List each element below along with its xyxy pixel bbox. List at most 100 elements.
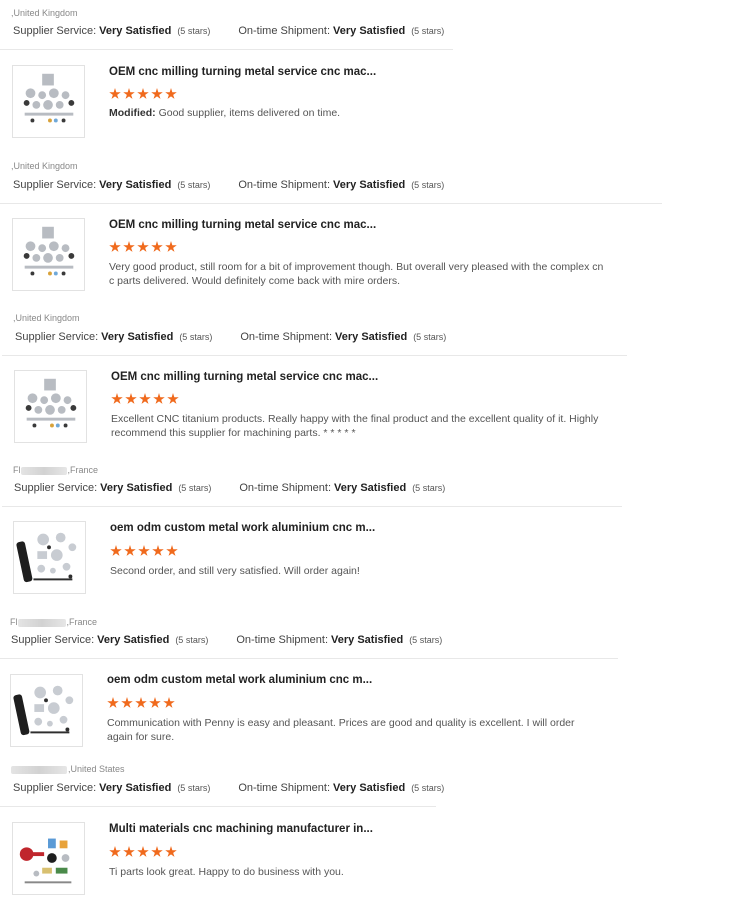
shipment-value: Very Satisfied [334, 482, 407, 494]
star-icon [151, 846, 163, 857]
product-title-link[interactable]: Multi materials cnc machining manufactur… [109, 823, 373, 835]
shipment-label: On-time Shipment: [236, 634, 329, 646]
cnc-parts-thumbnail-icon [25, 378, 77, 428]
supplier-service-value: Very Satisfied [99, 782, 172, 794]
star-icon [111, 393, 123, 404]
review-divider [0, 658, 618, 659]
star-icon [125, 393, 137, 404]
buyer-location: ,United Kingdom [13, 313, 80, 323]
supplier-service-label: Supplier Service: [13, 179, 97, 191]
buyer-location: Fl ,France [13, 465, 98, 475]
product-thumbnail[interactable] [12, 65, 85, 138]
star-icon [109, 241, 121, 252]
buyer-ratings: Supplier Service: Very Satisfied (5 stars)… [14, 482, 445, 494]
review-rating-stars [111, 392, 181, 405]
product-title-link[interactable]: oem odm custom metal work aluminium cnc … [107, 674, 372, 686]
supplier-service-value: Very Satisfied [100, 482, 173, 494]
product-thumbnail[interactable] [13, 521, 86, 594]
review-comment: Modified: Good supplier, items delivered… [109, 106, 604, 120]
review-comment: Very good product, still room for a bit … [109, 260, 604, 288]
buyer-name-visible: Fl [13, 465, 21, 475]
star-icon [124, 545, 136, 556]
supplier-service-stars: (5 stars) [177, 783, 211, 793]
shipment-value: Very Satisfied [331, 634, 404, 646]
supplier-service-value: Very Satisfied [99, 25, 172, 37]
shipment-stars: (5 stars) [411, 783, 445, 793]
star-icon [165, 241, 177, 252]
supplier-service-label: Supplier Service: [13, 25, 97, 37]
buyer-country: ,United States [68, 764, 125, 774]
product-title-link[interactable]: OEM cnc milling turning metal service cn… [109, 219, 376, 231]
supplier-service-label: Supplier Service: [11, 634, 95, 646]
supplier-service-stars: (5 stars) [178, 483, 212, 493]
review-rating-stars [109, 240, 179, 253]
star-icon [137, 241, 149, 252]
star-icon [139, 393, 151, 404]
supplier-service-value: Very Satisfied [99, 179, 172, 191]
supplier-service-stars: (5 stars) [179, 332, 213, 342]
review-comment: Second order, and still very satisfied. … [110, 564, 605, 578]
comment-text: Good supplier, items delivered on time. [158, 107, 341, 119]
star-icon [165, 88, 177, 99]
star-icon [149, 697, 161, 708]
masked-buyer-name [11, 765, 67, 774]
star-icon [151, 88, 163, 99]
shipment-label: On-time Shipment: [238, 179, 331, 191]
comment-text: Ti parts look great. Happy to do busines… [109, 866, 344, 878]
review-comment: Excellent CNC titanium products. Really … [111, 412, 601, 440]
product-title-link[interactable]: oem odm custom metal work aluminium cnc … [110, 522, 375, 534]
star-icon [152, 545, 164, 556]
star-icon [109, 846, 121, 857]
buyer-ratings: Supplier Service: Very Satisfied (5 stars)… [13, 782, 444, 794]
multi-material-parts-thumbnail-icon [19, 838, 72, 884]
buyer-ratings: Supplier Service: Very Satisfied (5 stars)… [13, 25, 444, 37]
buyer-country: ,France [67, 465, 99, 475]
buyer-ratings: Supplier Service: Very Satisfied (5 stars)… [13, 179, 444, 191]
star-icon [123, 88, 135, 99]
review-rating-stars [109, 87, 179, 100]
star-icon [153, 393, 165, 404]
aluminium-parts-thumbnail-icon [16, 532, 77, 583]
star-icon [165, 846, 177, 857]
supplier-service-value: Very Satisfied [97, 634, 170, 646]
shipment-label: On-time Shipment: [238, 25, 331, 37]
star-icon [107, 697, 119, 708]
comment-text: Very good product, still room for a bit … [109, 261, 604, 287]
buyer-ratings: Supplier Service: Very Satisfied (5 stars)… [15, 331, 446, 343]
supplier-service-stars: (5 stars) [177, 180, 211, 190]
comment-text: Communication with Penny is easy and ple… [107, 717, 575, 743]
review-rating-stars [110, 544, 180, 557]
review-divider [0, 49, 453, 50]
product-thumbnail[interactable] [12, 822, 85, 895]
review-rating-stars [109, 845, 179, 858]
shipment-label: On-time Shipment: [240, 331, 333, 343]
product-title-link[interactable]: OEM cnc milling turning metal service cn… [109, 66, 376, 78]
star-icon [121, 697, 133, 708]
product-thumbnail[interactable] [12, 218, 85, 291]
star-icon [135, 697, 147, 708]
supplier-service-stars: (5 stars) [177, 26, 211, 36]
supplier-service-label: Supplier Service: [15, 331, 99, 343]
product-thumbnail[interactable] [10, 674, 83, 747]
shipment-label: On-time Shipment: [238, 782, 331, 794]
product-thumbnail[interactable] [14, 370, 87, 443]
supplier-service-label: Supplier Service: [14, 482, 98, 494]
review-divider [2, 355, 627, 356]
cnc-parts-thumbnail-icon [23, 73, 75, 123]
comment-text: Excellent CNC titanium products. Really … [111, 413, 599, 439]
star-icon [110, 545, 122, 556]
cnc-parts-thumbnail-icon [23, 226, 75, 276]
buyer-location: ,United Kingdom [11, 161, 78, 171]
masked-buyer-name [17, 618, 66, 627]
star-icon [137, 846, 149, 857]
comment-text: Second order, and still very satisfied. … [110, 565, 360, 577]
buyer-name-visible: Fl [10, 617, 18, 627]
shipment-stars: (5 stars) [411, 26, 445, 36]
aluminium-parts-thumbnail-icon [13, 685, 74, 736]
buyer-country: ,France [66, 617, 98, 627]
shipment-stars: (5 stars) [412, 483, 446, 493]
product-title-link[interactable]: OEM cnc milling turning metal service cn… [111, 371, 378, 383]
comment-prefix: Modified: [109, 107, 156, 119]
review-divider [0, 806, 436, 807]
shipment-value: Very Satisfied [335, 331, 408, 343]
